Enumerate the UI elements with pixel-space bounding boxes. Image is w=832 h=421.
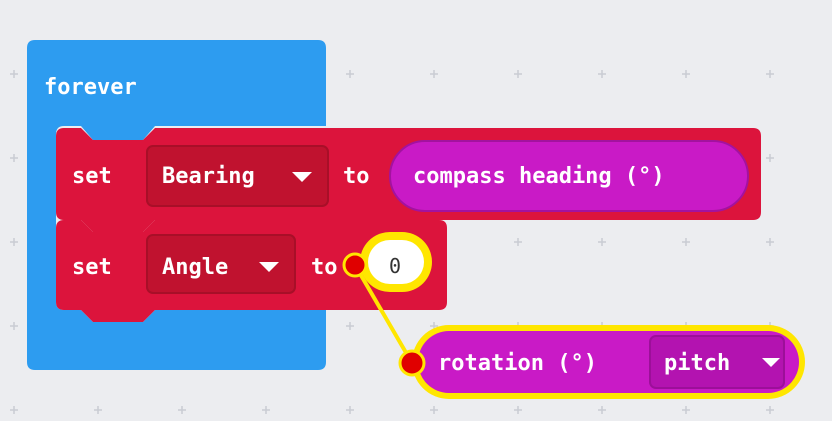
blocks-workspace[interactable]: forever set Bearing to compass heading (…	[0, 0, 832, 421]
angle-value-input[interactable]: 0	[360, 232, 432, 292]
angle-variable-name: Angle	[162, 255, 228, 280]
set-angle-to-label: to	[311, 255, 338, 280]
set-bearing-set-label: set	[72, 164, 112, 189]
rotation-axis-option: pitch	[664, 351, 730, 376]
rotation-axis-dropdown[interactable]: pitch	[649, 335, 785, 389]
angle-variable-dropdown[interactable]: Angle	[146, 234, 296, 294]
compass-heading-label: compass heading (°)	[413, 164, 665, 189]
set-angle-block[interactable]: set Angle to 0	[56, 220, 447, 322]
set-angle-set-label: set	[72, 255, 112, 280]
bearing-variable-dropdown[interactable]: Bearing	[146, 145, 329, 207]
input-connector-dot[interactable]	[342, 252, 368, 278]
angle-value-text: 0	[389, 254, 401, 278]
compass-heading-block[interactable]: compass heading (°)	[389, 140, 749, 212]
block-canvas: forever set Bearing to compass heading (…	[27, 40, 805, 399]
forever-label: forever	[44, 75, 137, 100]
output-connector-dot[interactable]	[398, 349, 426, 377]
bearing-variable-name: Bearing	[162, 164, 255, 189]
set-bearing-to-label: to	[343, 164, 370, 189]
set-bearing-block[interactable]: set Bearing to compass heading (°)	[56, 128, 761, 232]
rotation-block[interactable]: rotation (°) pitch	[412, 325, 805, 399]
rotation-label: rotation (°)	[438, 351, 597, 376]
